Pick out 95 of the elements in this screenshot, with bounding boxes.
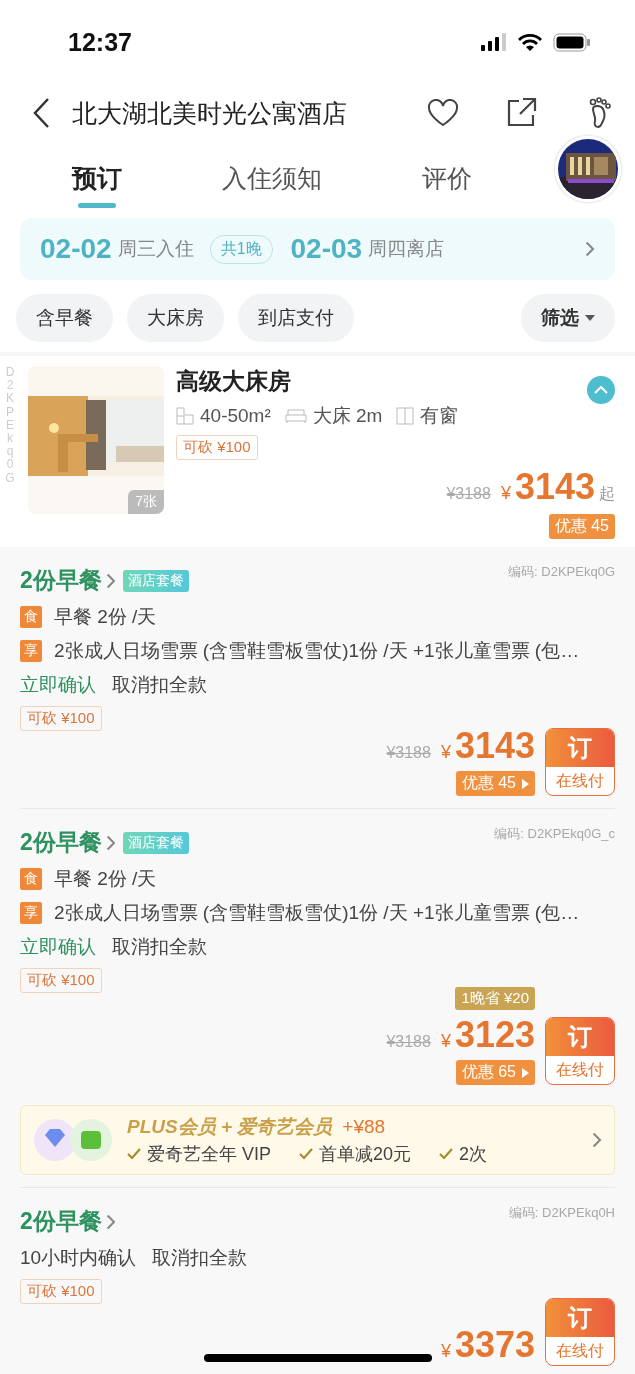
perk-text: 2张成人日场雪票 (含雪鞋雪板雪仗)1份 /天 +1张儿童雪票 (包… [54,901,580,925]
package-title[interactable]: 2份早餐 [20,565,116,596]
package-code: 编码: D2KPEkq0G [508,563,615,581]
perk-badge: 享 [20,902,42,924]
perk-text: 2张成人日场雪票 (含雪鞋雪板雪仗)1份 /天 +1张儿童雪票 (包… [54,639,580,663]
cancel-policy: 取消扣全款 [152,1246,248,1270]
chevron-right-icon [592,1132,602,1148]
triangle-icon [522,778,529,789]
bargain-tag: 可砍 ¥100 [20,968,102,993]
room-feature: 大床 2m [312,404,383,428]
currency: ¥ [440,1341,451,1362]
back-icon [32,97,52,129]
price-suffix: 起 [599,484,615,504]
hotel-thumbnail[interactable] [555,136,621,202]
filter-chip[interactable]: 到店支付 [238,294,354,342]
original-price: ¥3188 [446,485,491,503]
price: 3373 [454,1324,535,1366]
chevron-right-icon [585,241,595,257]
diamond-icon [33,1117,113,1163]
bargain-tag: 可砍 ¥100 [20,706,102,731]
package-title[interactable]: 2份早餐 [20,1206,116,1237]
floor-plan-icon [176,407,194,425]
checkin-date: 02-02 [40,233,112,265]
member-banner[interactable]: PLUS会员 + 爱奇艺会员 +¥88 爱奇艺全年 VIP 首单减20元 2次 [20,1105,615,1175]
chevron-right-icon [105,572,116,589]
package-tag: 酒店套餐 [123,569,190,592]
price: 3123 [454,1014,535,1056]
bargain-tag: 可砍 ¥100 [20,1279,102,1304]
discount-tag: 优惠 45 [548,514,615,539]
checkout-date: 02-03 [290,233,363,265]
status-time: 12:37 [68,27,132,57]
member-price: +¥88 [342,1116,386,1137]
caret-icon [585,315,595,321]
tab[interactable]: 入住须知 [222,142,322,214]
perk-text: 早餐 2份 /天 [54,605,157,629]
tab[interactable]: 预订 [72,142,122,214]
filter-chip[interactable]: 含早餐 [16,294,113,342]
saving-tag: 1晚省 ¥20 [455,987,535,1010]
check-icon [299,1148,313,1160]
room-name: 高级大床房 [176,367,291,396]
signal-icon [481,33,507,51]
price: 3143 [454,725,535,767]
original-price: ¥3188 [386,1033,431,1051]
benefit-text: 爱奇艺全年 VIP [147,1143,271,1166]
original-price: ¥3188 [386,744,431,762]
nights-count: 共1晚 [209,234,273,264]
book-button[interactable]: 订 在线付 [545,728,615,796]
chevron-up-icon [594,386,608,394]
share-icon [505,97,537,129]
package-code: 编码: D2KPEkq0H [508,1204,615,1222]
chevron-right-icon [105,1213,116,1230]
package-title[interactable]: 2份早餐 [20,827,116,858]
price: 3143 [514,466,595,508]
perk-text: 早餐 2份 /天 [54,867,157,891]
cancel-policy: 取消扣全款 [112,673,207,697]
confirm-policy: 立即确认 [20,673,96,697]
heart-icon [427,99,459,127]
tab[interactable]: 评价 [422,142,472,214]
currency: ¥ [440,742,451,763]
check-icon [439,1148,454,1160]
perk-badge: 食 [20,868,42,890]
perk-badge: 食 [20,606,42,628]
package-code: 编码: D2KPEkq0G_c [494,825,615,843]
discount-tag[interactable]: 优惠 65 [455,1060,535,1085]
confirm-policy: 10小时内确认 [20,1246,137,1270]
battery-icon [553,32,591,52]
hotel-title: 北大湖北美时光公寓酒店 [72,97,348,129]
room-feature: 40-50m² [200,405,271,427]
bed-icon [284,408,307,424]
filter-chip[interactable]: 大床房 [127,294,224,342]
book-button[interactable]: 订 在线付 [545,1017,615,1085]
currency: ¥ [500,483,511,504]
discount-tag[interactable]: 优惠 45 [455,771,535,796]
perk-badge: 享 [20,640,42,662]
triangle-icon [522,1067,529,1078]
benefit-text: 2次 [459,1143,488,1166]
member-title: PLUS会员 + 爱奇艺会员 [127,1116,333,1137]
room-feature: 有窗 [420,404,459,428]
filter-dropdown[interactable]: 筛选 [521,294,615,342]
date-bar[interactable]: 02-02 周三入住 共1晚 02-03 周四离店 [20,218,615,280]
confirm-policy: 立即确认 [20,935,96,959]
package-tag: 酒店套餐 [123,831,190,854]
benefit-text: 首单减20元 [319,1143,412,1166]
room-photo[interactable]: 7张 [28,366,164,514]
checkout-label: 周四离店 [368,237,446,261]
chevron-right-icon [105,834,116,851]
wifi-icon [517,32,543,52]
cancel-policy: 取消扣全款 [112,935,207,959]
checkin-label: 周三入住 [117,237,194,261]
currency: ¥ [440,1031,451,1052]
book-button[interactable]: 订 在线付 [545,1298,615,1366]
photo-count: 7张 [128,490,164,514]
window-icon [396,407,415,425]
bargain-tag: 可砍 ¥100 [176,435,258,460]
check-icon [127,1148,141,1160]
